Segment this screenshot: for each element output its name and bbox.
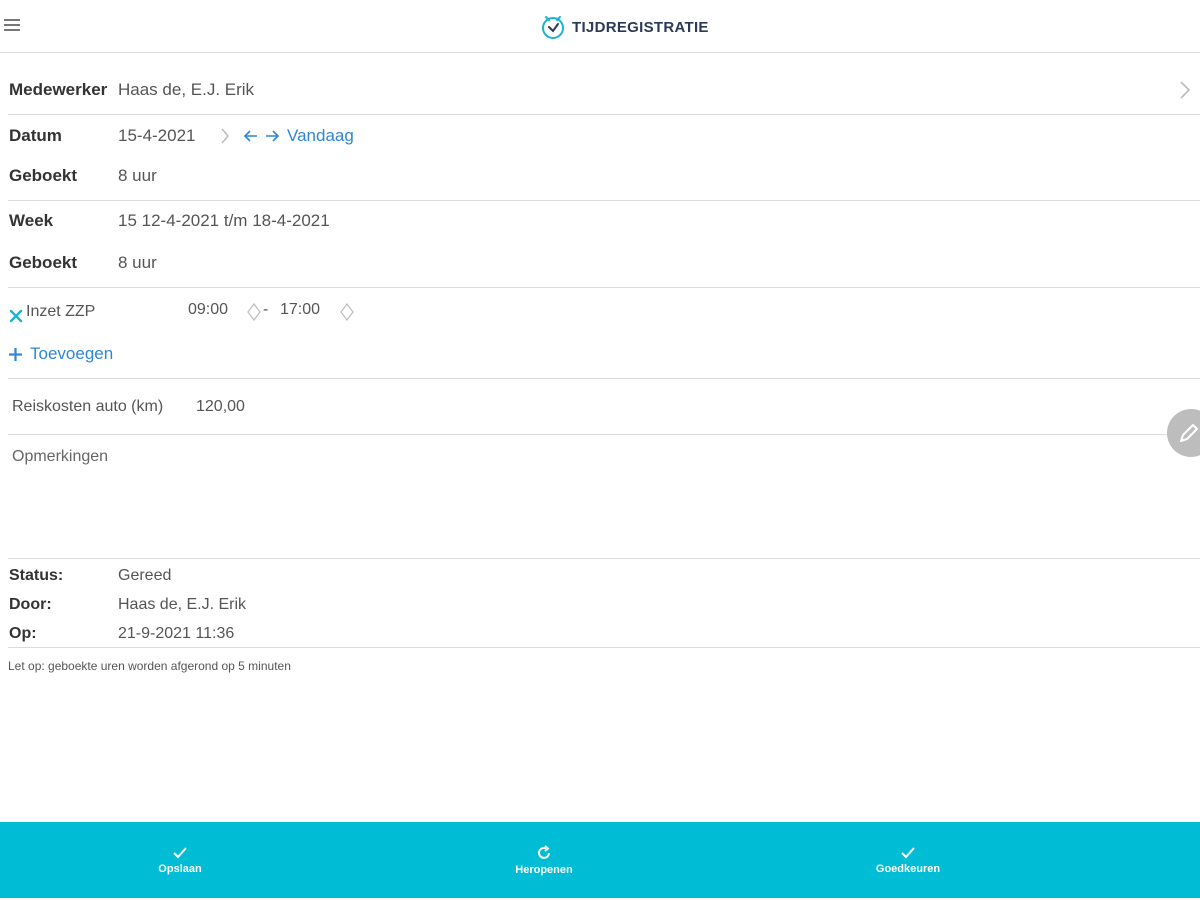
previous-day-arrow-icon[interactable] [243,128,259,144]
travel-label: Reiskosten auto (km) [12,398,164,415]
pencil-icon [1180,424,1198,442]
date-chevron-right-icon[interactable] [219,127,231,145]
divider [8,647,1200,648]
employee-chevron-right-icon[interactable] [1178,80,1192,100]
day-booked-value: 8 uur [118,166,157,185]
check-icon [901,846,915,858]
delete-entry-icon[interactable] [9,309,23,323]
employee-label: Medewerker [9,80,108,99]
entry-start-time[interactable]: 09:00 [188,301,228,319]
app-header: TIJDREGISTRATIE [0,0,1200,53]
divider [8,114,1200,115]
divider [8,378,1200,379]
on-label: Op: [9,625,37,642]
divider [8,434,1200,435]
add-entry-button[interactable]: Toevoegen [8,343,113,365]
edit-button[interactable] [1167,409,1200,457]
week-booked-value: 8 uur [118,253,157,272]
by-label: Door: [9,596,52,613]
clock-icon [542,16,564,39]
week-value: 15 12-4-2021 t/m 18-4-2021 [118,211,330,230]
approve-label: Goedkeuren [875,862,941,875]
by-value: Haas de, E.J. Erik [118,596,247,613]
status-label: Status: [9,567,64,584]
entry-end-time[interactable]: 17:00 [280,301,320,319]
divider [8,287,1200,288]
date-label: Datum [9,126,62,145]
save-button[interactable]: Opslaan [80,822,280,898]
rounding-note: Let op: geboekte uren worden afgerond op… [8,659,291,673]
week-label: Week [9,211,54,230]
on-value: 21-9-2021 11:36 [118,625,235,642]
entry-name: Inzet ZZP [26,303,96,320]
day-booked-label: Geboekt [9,166,78,185]
end-time-stepper-icon[interactable] [340,302,354,322]
approve-button[interactable]: Goedkeuren [808,822,1008,898]
add-entry-label: Toevoegen [30,344,114,363]
menu-icon[interactable] [4,16,20,36]
action-bar: Opslaan Heropenen Goedkeuren [0,822,1200,898]
next-day-arrow-icon[interactable] [264,128,280,144]
divider [8,200,1200,201]
divider [8,558,1200,559]
brand: TIJDREGISTRATIE [540,11,709,43]
entry-time-separator: - [263,301,269,318]
week-booked-label: Geboekt [9,253,78,272]
reopen-label: Heropenen [515,863,573,876]
travel-value[interactable]: 120,00 [196,398,245,416]
check-icon [173,846,187,858]
save-label: Opslaan [158,862,202,875]
app-title: TIJDREGISTRATIE [572,18,709,36]
start-time-stepper-icon[interactable] [247,302,261,322]
employee-value: Haas de, E.J. Erik [118,80,255,99]
plus-icon [9,347,22,361]
status-value: Gereed [118,567,172,584]
reopen-button[interactable]: Heropenen [444,822,644,898]
today-link[interactable]: Vandaag [287,126,354,146]
date-value[interactable]: 15-4-2021 [118,126,196,146]
refresh-icon [538,844,550,859]
remarks-field[interactable]: Opmerkingen [12,448,1152,548]
